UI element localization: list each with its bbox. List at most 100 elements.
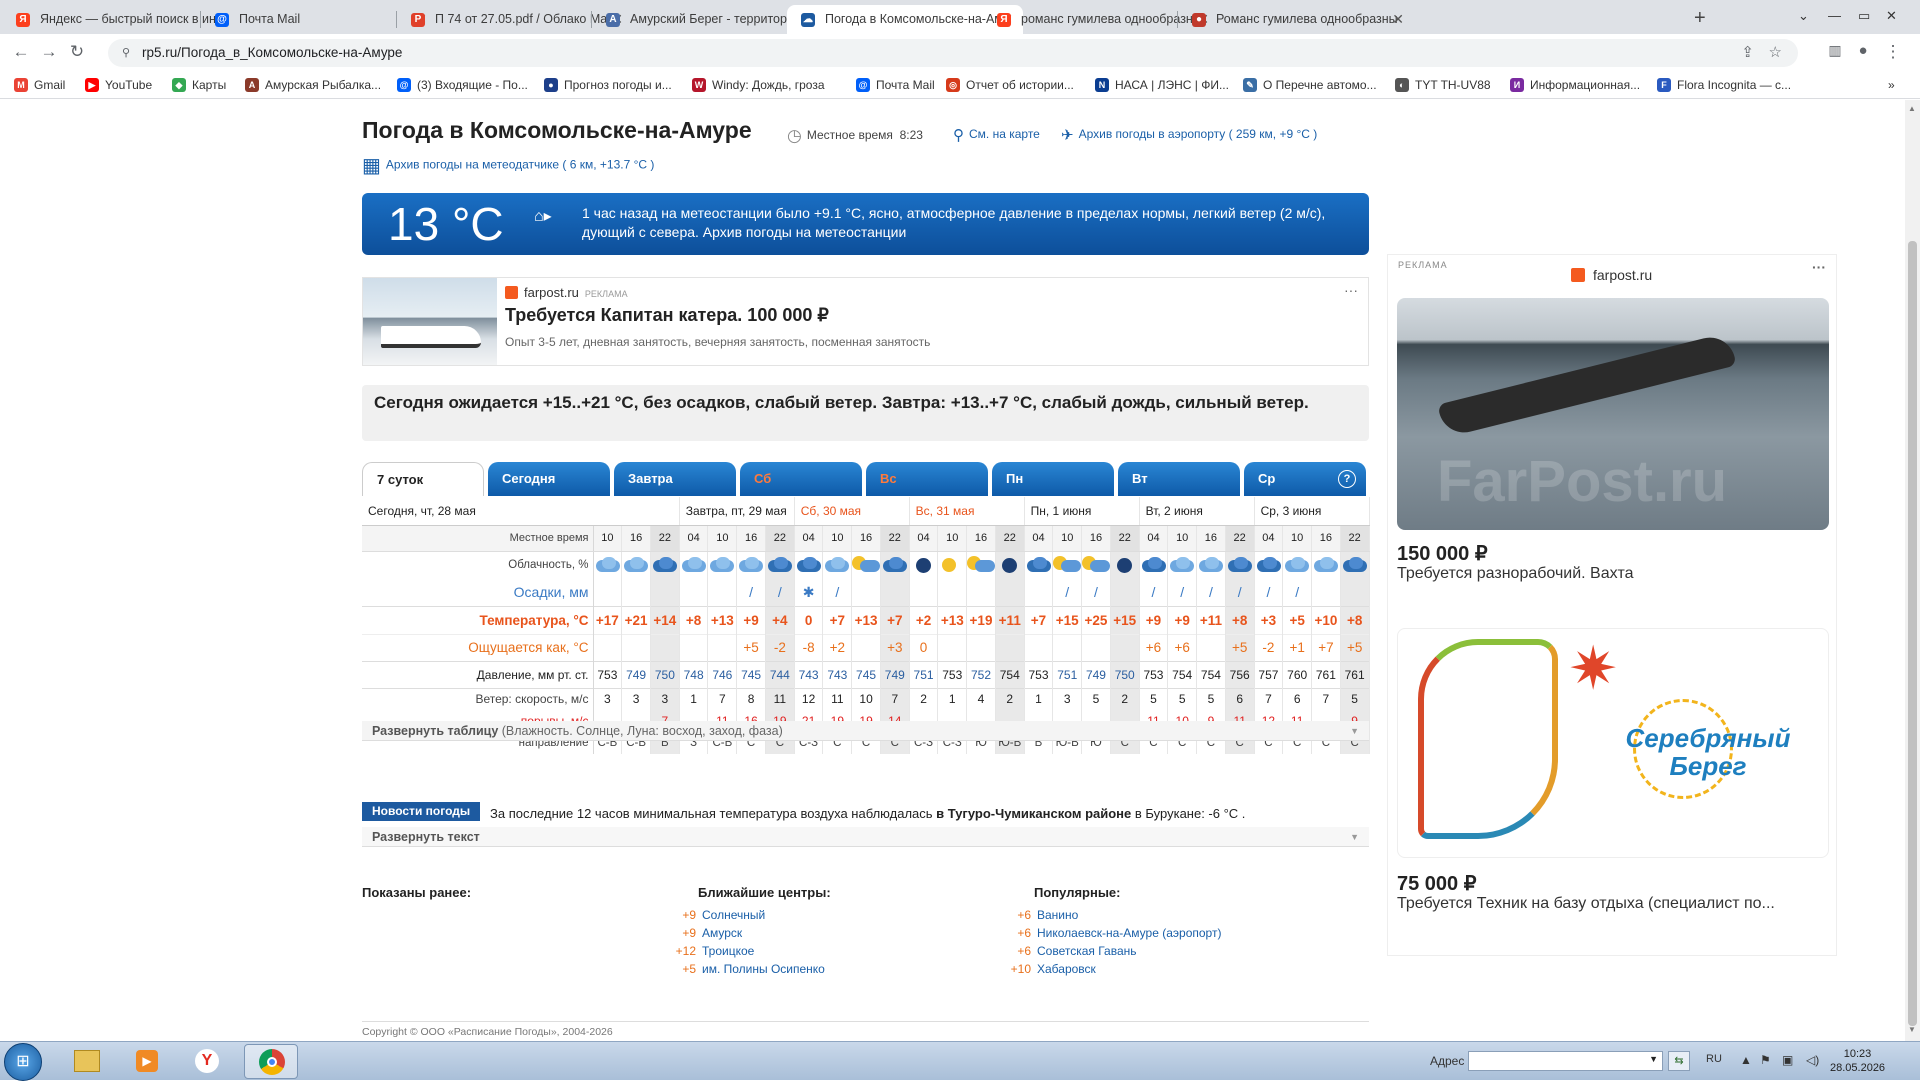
flag-icon[interactable]: ⚑ bbox=[1760, 1053, 1771, 1067]
ad-banner-top[interactable]: farpost.ru РЕКЛАМА Требуется Капитан кате… bbox=[362, 277, 1369, 366]
bookmark-item[interactable]: @ (3) Входящие - По... bbox=[397, 76, 528, 94]
feels-like-cell bbox=[621, 633, 651, 661]
precipitation-cell bbox=[995, 579, 1025, 606]
airport-archive-link[interactable]: ✈ Архив погоды в аэропорту ( 259 км, +9 °… bbox=[1061, 126, 1317, 144]
page-scrollbar[interactable]: ▲ ▼ bbox=[1905, 100, 1920, 1041]
bookmark-item[interactable]: ◆ Карты bbox=[172, 76, 226, 94]
news-text-end: в Бурукане: -6 °C . bbox=[1134, 806, 1246, 821]
profile-icon[interactable]: ● bbox=[1852, 42, 1874, 59]
bookmark-item[interactable]: ◐ TYT TH-UV88 bbox=[1395, 76, 1491, 94]
map-link[interactable]: ⚲ См. на карте bbox=[953, 126, 1040, 144]
volume-icon[interactable]: ◁) bbox=[1806, 1053, 1819, 1067]
language-indicator[interactable]: RU bbox=[1706, 1053, 1722, 1065]
taskbar-yandex-browser[interactable]: Y bbox=[180, 1044, 234, 1079]
side-ad-price-1[interactable]: 150 000 ₽ bbox=[1397, 541, 1488, 566]
station-archive-link[interactable]: ▦ Архив погоды на метеодатчике ( 6 км, +1… bbox=[362, 153, 654, 178]
news-label[interactable]: Новости погоды bbox=[362, 802, 481, 821]
bookmark-item[interactable]: N НАСА | ЛЭНС | ФИ... bbox=[1095, 76, 1229, 94]
bookmark-item[interactable]: ◎ Отчет об истории... bbox=[946, 76, 1074, 94]
new-tab-button[interactable]: + bbox=[1694, 5, 1706, 31]
station-house-icon[interactable]: ⌂▸ bbox=[534, 206, 552, 226]
start-button[interactable]: ⊞ bbox=[4, 1043, 42, 1081]
side-ad-image-logo[interactable]: ✷ Серебряный Берег bbox=[1397, 628, 1829, 858]
day-tab[interactable]: Вт bbox=[1118, 462, 1240, 496]
cloudiness-cell bbox=[621, 551, 651, 579]
scroll-down-icon[interactable]: ▼ bbox=[1908, 1025, 1916, 1034]
bookmark-item[interactable]: @ Почта Mail bbox=[856, 76, 935, 94]
expand-table-link[interactable]: Развернуть таблицу (Влажность. Солнце, Л… bbox=[362, 721, 1369, 741]
menu-dots-icon[interactable]: ⋮ bbox=[1882, 42, 1904, 62]
bookmark-star-icon[interactable]: ☆ bbox=[1769, 39, 1782, 67]
taskbar-clock[interactable]: 10:23 28.05.2026 bbox=[1830, 1047, 1885, 1075]
dropdown-icon[interactable]: ▼ bbox=[1649, 1054, 1658, 1064]
city-link[interactable]: +10 Хабаровск bbox=[1005, 960, 1225, 978]
help-icon[interactable]: ? bbox=[1338, 470, 1356, 488]
address-bar[interactable]: ⚲ rp5.ru/Погода_в_Комсомольске-на-Амуре … bbox=[108, 39, 1798, 67]
current-weather-text[interactable]: 1 час назад на метеостанции было +9.1 °C… bbox=[582, 204, 1342, 242]
sidebar-icon[interactable]: ▥ bbox=[1824, 42, 1846, 59]
cloudiness-cell bbox=[1110, 551, 1140, 579]
cloud-night-icon bbox=[1111, 556, 1138, 574]
taskbar-address-input[interactable]: ▼ bbox=[1468, 1051, 1663, 1071]
minimize-icon[interactable]: — bbox=[1828, 8, 1841, 24]
reload-icon[interactable]: ↻ bbox=[66, 42, 88, 62]
bookmark-item[interactable]: И Информационная... bbox=[1510, 76, 1640, 94]
side-ad-menu-icon[interactable]: ··· bbox=[1812, 259, 1826, 275]
bookmark-item[interactable]: W Windy: Дождь, гроза bbox=[692, 76, 825, 94]
city-link[interactable]: +5 им. Полины Осипенко bbox=[670, 960, 970, 978]
day-tab[interactable]: Вс bbox=[866, 462, 988, 496]
day-tab[interactable]: Завтра bbox=[614, 462, 736, 496]
moon-icon bbox=[915, 558, 931, 574]
cloud-shape bbox=[975, 560, 995, 573]
hour-cell: 04 bbox=[1254, 525, 1284, 552]
bookmark-item[interactable]: ✎ О Перечне автомо... bbox=[1243, 76, 1377, 94]
wind-speed-cell: 12 bbox=[794, 687, 824, 710]
side-ad-image-spit[interactable]: FarPost.ru bbox=[1397, 298, 1829, 530]
close-window-icon[interactable]: ✕ bbox=[1886, 8, 1897, 24]
taskbar-explorer[interactable] bbox=[60, 1044, 114, 1079]
bookmark-item[interactable]: ● Прогноз погоды и... bbox=[544, 76, 672, 94]
wind-speed-cell: 5 bbox=[1196, 687, 1226, 710]
side-ad-price-2[interactable]: 75 000 ₽ bbox=[1397, 871, 1476, 896]
share-icon[interactable]: ⇪ bbox=[1741, 39, 1754, 67]
day-tab[interactable]: 7 суток bbox=[362, 462, 484, 496]
city-link[interactable]: +12 Троицкое bbox=[670, 942, 970, 960]
side-ad[interactable]: РЕКЛАМА farpost.ru ··· FarPost.ru 150 00… bbox=[1387, 254, 1837, 956]
bookmark-item[interactable]: ▶ YouTube bbox=[85, 76, 152, 94]
tab-search-icon[interactable]: ⌄ bbox=[1798, 8, 1809, 24]
city-link[interactable]: +6 Ванино bbox=[1005, 906, 1225, 924]
taskbar-chrome[interactable] bbox=[244, 1044, 298, 1079]
go-button[interactable]: ⇆ bbox=[1668, 1051, 1690, 1071]
cloudiness-row: Облачность, % bbox=[362, 551, 1370, 579]
city-link[interactable]: +9 Солнечный bbox=[670, 906, 970, 924]
browser-tab[interactable]: ● Романс гумилева однообразны ✕ bbox=[1178, 5, 1414, 34]
city-link[interactable]: +9 Амурск bbox=[670, 924, 970, 942]
maximize-icon[interactable]: ▭ bbox=[1858, 8, 1870, 24]
day-tab[interactable]: Пн bbox=[992, 462, 1114, 496]
scroll-thumb[interactable] bbox=[1908, 241, 1917, 1026]
map-pin-icon: ⚲ bbox=[953, 127, 964, 144]
city-link[interactable]: +6 Николаевск-на-Амуре (аэропорт) bbox=[1005, 924, 1225, 942]
day-tabs: 7 суток Сегодня Завтра Сб Вс Пн Вт Ср? bbox=[362, 462, 1369, 496]
taskbar-media-player[interactable]: ▶ bbox=[120, 1044, 174, 1079]
forward-icon[interactable]: → bbox=[38, 42, 60, 62]
bookmark-item[interactable]: A Амурская Рыбалка... bbox=[245, 76, 381, 94]
day-tab[interactable]: Сегодня bbox=[488, 462, 610, 496]
side-ad-desc-2[interactable]: Требуется Техник на базу отдыха (специал… bbox=[1397, 895, 1775, 913]
expand-text-link[interactable]: Развернуть текст ▼ bbox=[362, 827, 1369, 847]
scroll-up-icon[interactable]: ▲ bbox=[1908, 104, 1916, 113]
city-link[interactable]: +6 Советская Гавань bbox=[1005, 942, 1225, 960]
bookmark-item[interactable]: M Gmail bbox=[14, 76, 65, 94]
site-info-icon[interactable]: ⚲ bbox=[122, 39, 130, 67]
ad-menu-icon[interactable]: ··· bbox=[1344, 282, 1358, 298]
day-tab[interactable]: Сб bbox=[740, 462, 862, 496]
tab-close-icon[interactable]: ✕ bbox=[1392, 5, 1404, 34]
precipitation-cell: ✱ bbox=[794, 579, 824, 606]
day-tab[interactable]: Ср? bbox=[1244, 462, 1366, 496]
network-icon[interactable]: ▣ bbox=[1782, 1053, 1793, 1067]
bookmark-item[interactable]: F Flora Incognita — с... bbox=[1657, 76, 1791, 94]
side-ad-desc-1[interactable]: Требуется разнорабочий. Вахта bbox=[1397, 565, 1633, 583]
back-icon[interactable]: ← bbox=[10, 42, 32, 62]
bookmarks-overflow-icon[interactable]: » bbox=[1888, 76, 1895, 94]
tray-expand-icon[interactable]: ▲ bbox=[1740, 1053, 1752, 1067]
